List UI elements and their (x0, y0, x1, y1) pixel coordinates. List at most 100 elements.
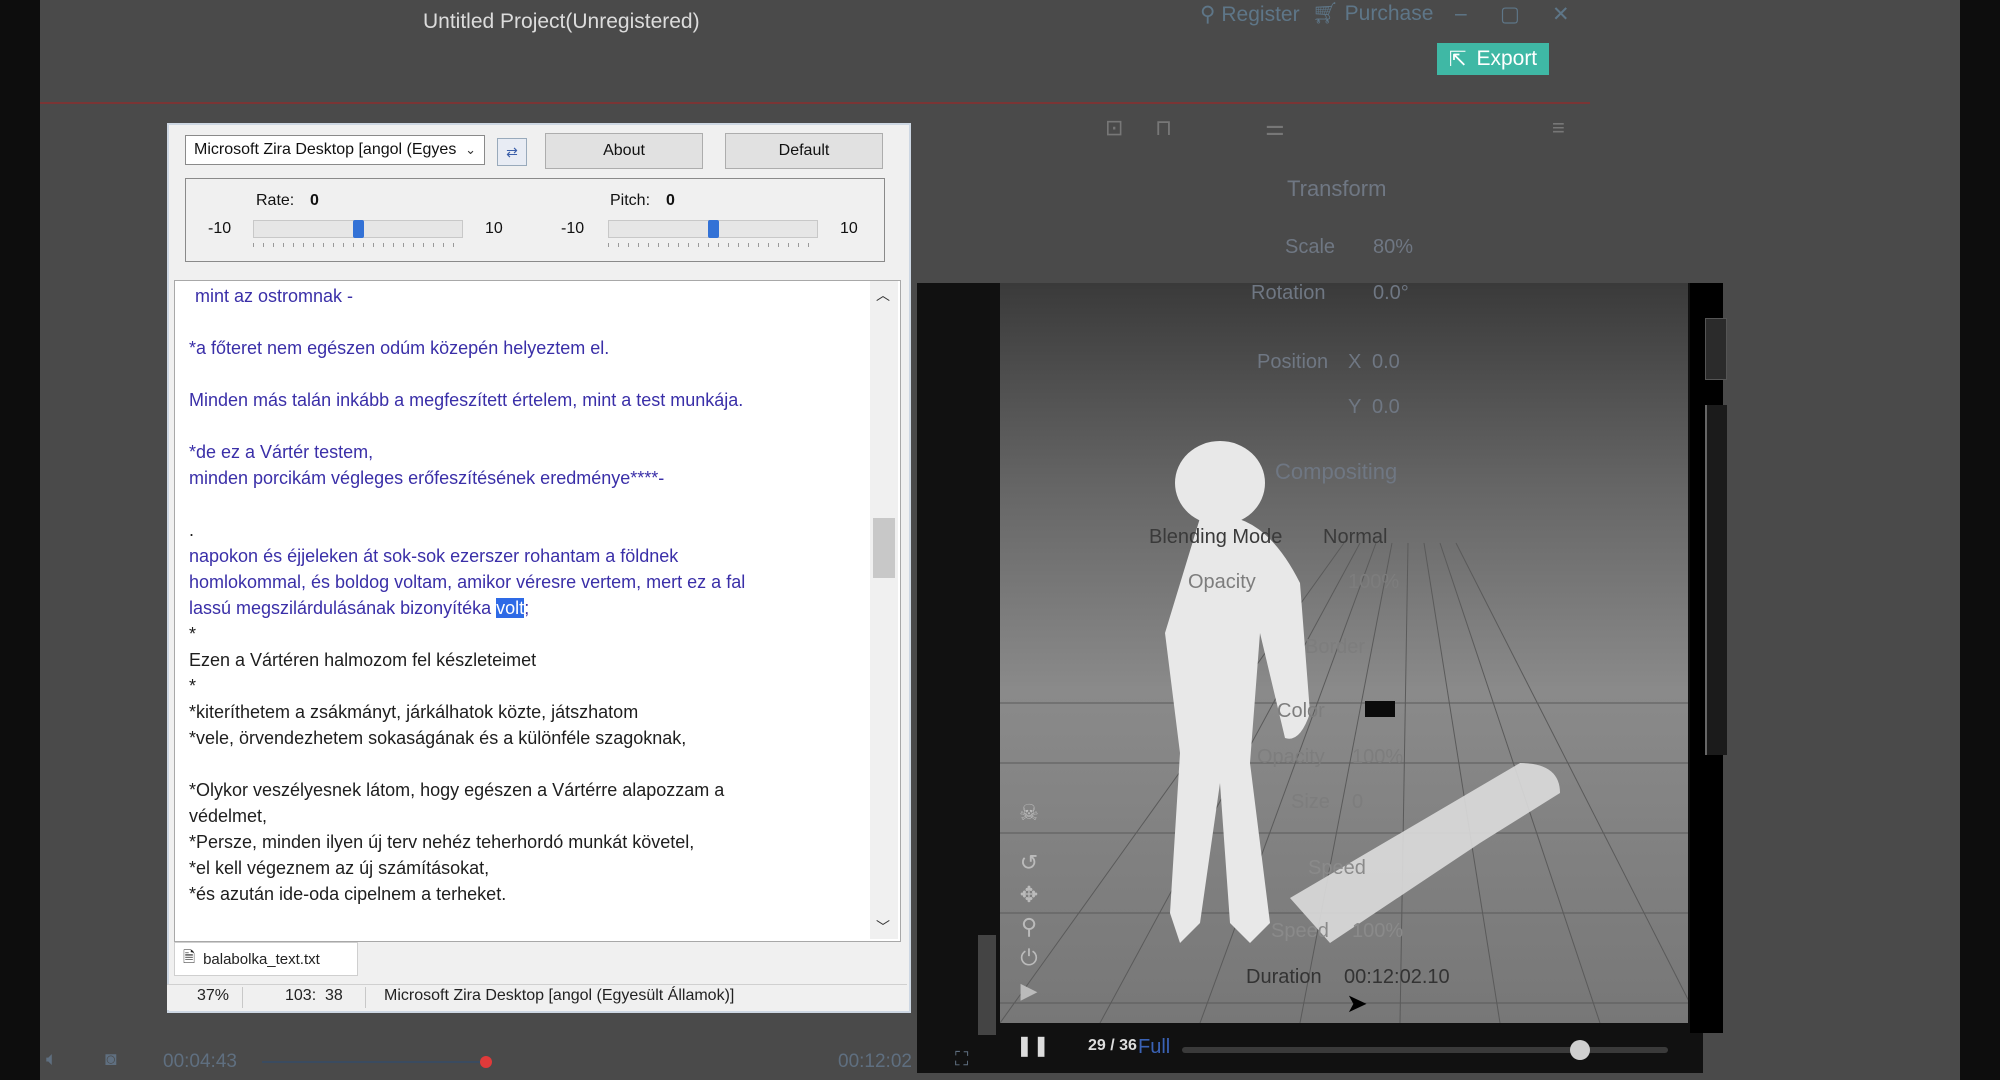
default-button[interactable]: Default (725, 133, 883, 169)
menu-icon[interactable]: ≡ (1552, 115, 1565, 141)
skull-icon[interactable]: ☠ (1014, 800, 1044, 826)
voice-select[interactable]: Microsoft Zira Desktop [angol (Egyes ⌄ (185, 135, 485, 165)
crop-icon[interactable]: ⊡ (1105, 115, 1123, 141)
playback-progress-knob[interactable] (480, 1056, 492, 1068)
scroll-down-icon[interactable]: ﹀ (876, 917, 890, 937)
power-icon[interactable]: ⏻ (1014, 945, 1044, 971)
status-separator (365, 987, 366, 1008)
position-x-value[interactable]: 0.0 (1372, 351, 1400, 374)
undo-icon[interactable]: ↺ (1014, 850, 1044, 876)
cart-icon: 🛒︎ (1312, 2, 1339, 25)
about-button[interactable]: About (545, 133, 703, 169)
swap-voice-button[interactable]: ⇄ (497, 138, 527, 166)
pitch-slider-ticks (608, 243, 818, 247)
status-bar: 37% 103: 38 Microsoft Zira Desktop [ango… (167, 984, 907, 1010)
adjust-icon[interactable]: ⚌ (1265, 115, 1285, 141)
text-line: *Olykor veszélyesnek látom, hogy egészen… (189, 780, 725, 800)
status-percent: 37% (197, 987, 230, 1004)
position-y-label: Y (1348, 396, 1362, 418)
viewer-controls: ❚❚ 29 / 36 Full (1000, 1023, 1688, 1073)
text-segment: lassú megszilárdulásának bizonyítéka (189, 598, 497, 618)
frame-counter: 29 / 36 (1088, 1037, 1137, 1054)
text-line: *de ez a Vártér testem, (189, 442, 374, 462)
side-panel (1705, 405, 1727, 755)
rate-min-label: -10 (208, 220, 232, 237)
rotation-label: Rotation (1251, 282, 1326, 304)
text-line: *kiteríthetem a zsákmányt, járkálhatok k… (189, 702, 639, 722)
duration-value[interactable]: 00:12:02.10 (1344, 966, 1450, 989)
text-line: *Persze, minden ilyen új terv nehéz tehe… (189, 832, 695, 852)
text-area[interactable]: mint az ostromnak - *a főteret nem egész… (174, 280, 901, 942)
transform-header: Transform (1287, 176, 1387, 201)
border-opacity-label: Opacity (1257, 746, 1325, 768)
pitch-slider-thumb[interactable] (707, 220, 719, 238)
text-line: *vele, örvendezhetem sokaságának és a kü… (189, 728, 687, 748)
text-line: homlokommal, és boldog voltam, amikor vé… (189, 572, 746, 592)
text-line: Ezen a Vártéren halmozom fel készleteime… (189, 650, 537, 670)
text-scrollbar[interactable]: ︿ ﹀ (870, 281, 898, 939)
volume-icon[interactable]: 🔈︎ (46, 1049, 57, 1071)
duration-label: Duration (1246, 966, 1322, 988)
scroll-up-icon[interactable]: ︿ (876, 285, 890, 305)
rotation-value[interactable]: 0.0° (1373, 282, 1409, 305)
rate-label: Rate: (256, 192, 295, 209)
rate-slider-thumb[interactable] (352, 220, 364, 238)
text-segment: ; (524, 598, 530, 618)
color-label: Color (1277, 700, 1325, 722)
pitch-label: Pitch: (610, 192, 651, 209)
blending-mode-label: Blending Mode (1149, 526, 1283, 548)
position-y-value[interactable]: 0.0 (1372, 396, 1400, 419)
position-x-label: X (1348, 351, 1362, 373)
opacity-value[interactable]: 100% (1348, 571, 1399, 594)
zoom-icon[interactable]: ⚲ (1014, 914, 1044, 940)
opacity-label: Opacity (1188, 571, 1256, 593)
file-tab-label: balabolka_text.txt (203, 950, 320, 968)
register-label: Register (1221, 2, 1300, 26)
text-line: . (189, 520, 195, 540)
fullscreen-icon[interactable]: ⛶ (955, 1049, 968, 1071)
text-line: mint az ostromnak - (195, 286, 354, 306)
text-line: *és azután ide-oda cipelnem a terheket. (189, 884, 507, 904)
chevron-down-icon: ⌄ (465, 142, 476, 157)
maximize-button[interactable]: ▢ (1500, 2, 1520, 27)
text-line: * (189, 676, 197, 696)
move-icon[interactable]: ✥ (1014, 882, 1044, 908)
side-panel-tab[interactable] (1705, 318, 1727, 380)
text-line: minden porcikám végleges erőfeszítésének… (189, 468, 665, 488)
playback-progress[interactable] (262, 1061, 482, 1063)
split-icon[interactable]: ⊓ (1155, 115, 1172, 141)
pause-icon[interactable]: ❚❚ (1016, 1033, 1050, 1058)
snapshot-icon[interactable]: ◙ (105, 1049, 116, 1071)
close-button[interactable]: ✕ (1552, 2, 1570, 27)
export-button[interactable]: ⇱ Export (1437, 43, 1549, 75)
swap-icon: ⇄ (506, 143, 518, 160)
total-time: 00:12:02 (838, 1051, 912, 1072)
viewer-timeline[interactable] (1182, 1047, 1668, 1053)
minimize-button[interactable]: – (1455, 2, 1467, 26)
blending-mode-value[interactable]: Normal (1323, 526, 1387, 549)
camera-icon[interactable]: ▶ (1014, 978, 1044, 1004)
purchase-button[interactable]: 🛒︎ Purchase (1312, 2, 1433, 26)
size-label: Size (1291, 791, 1330, 813)
speed-value[interactable]: 100% (1352, 920, 1403, 943)
text-line: védelmet, (189, 806, 268, 826)
maximize-icon: ▢ (1500, 3, 1520, 26)
document-icon: 🗎 (183, 948, 196, 966)
key-icon: ⚲ (1200, 3, 1216, 26)
scroll-thumb[interactable] (873, 518, 895, 578)
file-tab[interactable]: 🗎 balabolka_text.txt (174, 942, 358, 976)
scale-label: Scale (1285, 236, 1336, 258)
rate-slider-ticks (253, 243, 463, 247)
text-line: lassú megszilárdulásának bizonyítéka vol… (189, 598, 529, 619)
export-icon: ⇱ (1448, 47, 1467, 71)
viewer-scrollbar[interactable] (978, 935, 996, 1035)
scale-value[interactable]: 80% (1373, 236, 1413, 259)
text-line: *el kell végeznem az új számításokat, (189, 858, 490, 878)
text-line: napokon és éjjeleken át sok-sok ezerszer… (189, 546, 679, 566)
register-button[interactable]: ⚲ Register (1200, 2, 1300, 27)
full-label[interactable]: Full (1138, 1036, 1170, 1059)
viewer-timeline-knob[interactable] (1570, 1040, 1590, 1060)
size-value[interactable]: 0 (1352, 791, 1363, 814)
border-opacity-value[interactable]: 100% (1352, 746, 1403, 769)
status-voice: Microsoft Zira Desktop [angol (Egyesült … (384, 987, 735, 1004)
